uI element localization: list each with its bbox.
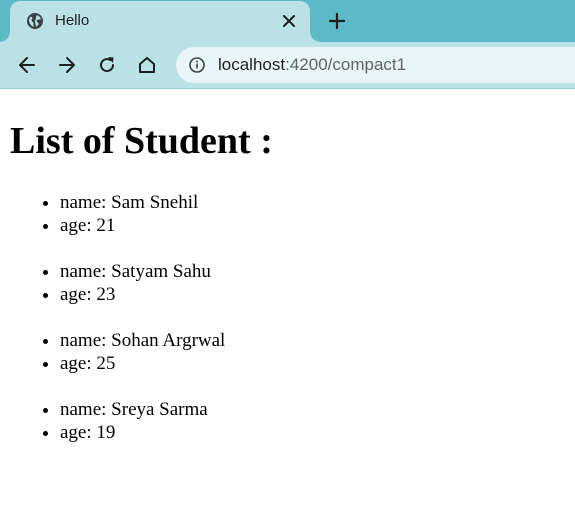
- site-info-icon[interactable]: [188, 56, 206, 74]
- student-item: name: Sohan Argrwal age: 25: [10, 329, 565, 375]
- page-content: List of Student : name: Sam Snehil age: …: [0, 117, 575, 444]
- url-host: localhost: [218, 55, 286, 74]
- back-arrow-icon[interactable]: [15, 53, 39, 77]
- close-tab-icon[interactable]: [278, 10, 300, 32]
- globe-icon: [26, 12, 44, 30]
- forward-arrow-icon[interactable]: [55, 53, 79, 77]
- tab-title: Hello: [55, 12, 90, 29]
- url-path: :4200/compact1: [285, 55, 407, 74]
- url-text[interactable]: localhost:4200/compact1: [218, 55, 406, 75]
- student-name: name: Sreya Sarma: [60, 398, 565, 421]
- student-age: age: 19: [60, 421, 565, 444]
- student-name: name: Satyam Sahu: [60, 260, 565, 283]
- home-icon[interactable]: [135, 53, 159, 77]
- tab-hello[interactable]: Hello: [0, 1, 320, 42]
- student-name: name: Sohan Argrwal: [60, 329, 565, 352]
- student-item: name: Satyam Sahu age: 23: [10, 260, 565, 306]
- browser-toolbar: localhost:4200/compact1: [0, 42, 575, 89]
- reload-icon[interactable]: [95, 53, 119, 77]
- new-tab-icon[interactable]: [325, 9, 349, 33]
- student-age: age: 23: [60, 283, 565, 306]
- page-heading: List of Student :: [10, 120, 273, 162]
- student-item: name: Sam Snehil age: 21: [10, 191, 565, 237]
- address-bar[interactable]: localhost:4200/compact1: [176, 47, 575, 83]
- student-item: name: Sreya Sarma age: 19: [10, 398, 565, 444]
- student-list: name: Sam Snehil age: 21 name: Satyam Sa…: [10, 191, 565, 444]
- student-age: age: 21: [60, 214, 565, 237]
- student-age: age: 25: [60, 352, 565, 375]
- browser-chrome: Hello localhost:4200/compact1: [0, 0, 575, 89]
- tab-strip: Hello: [0, 0, 575, 42]
- student-name: name: Sam Snehil: [60, 191, 565, 214]
